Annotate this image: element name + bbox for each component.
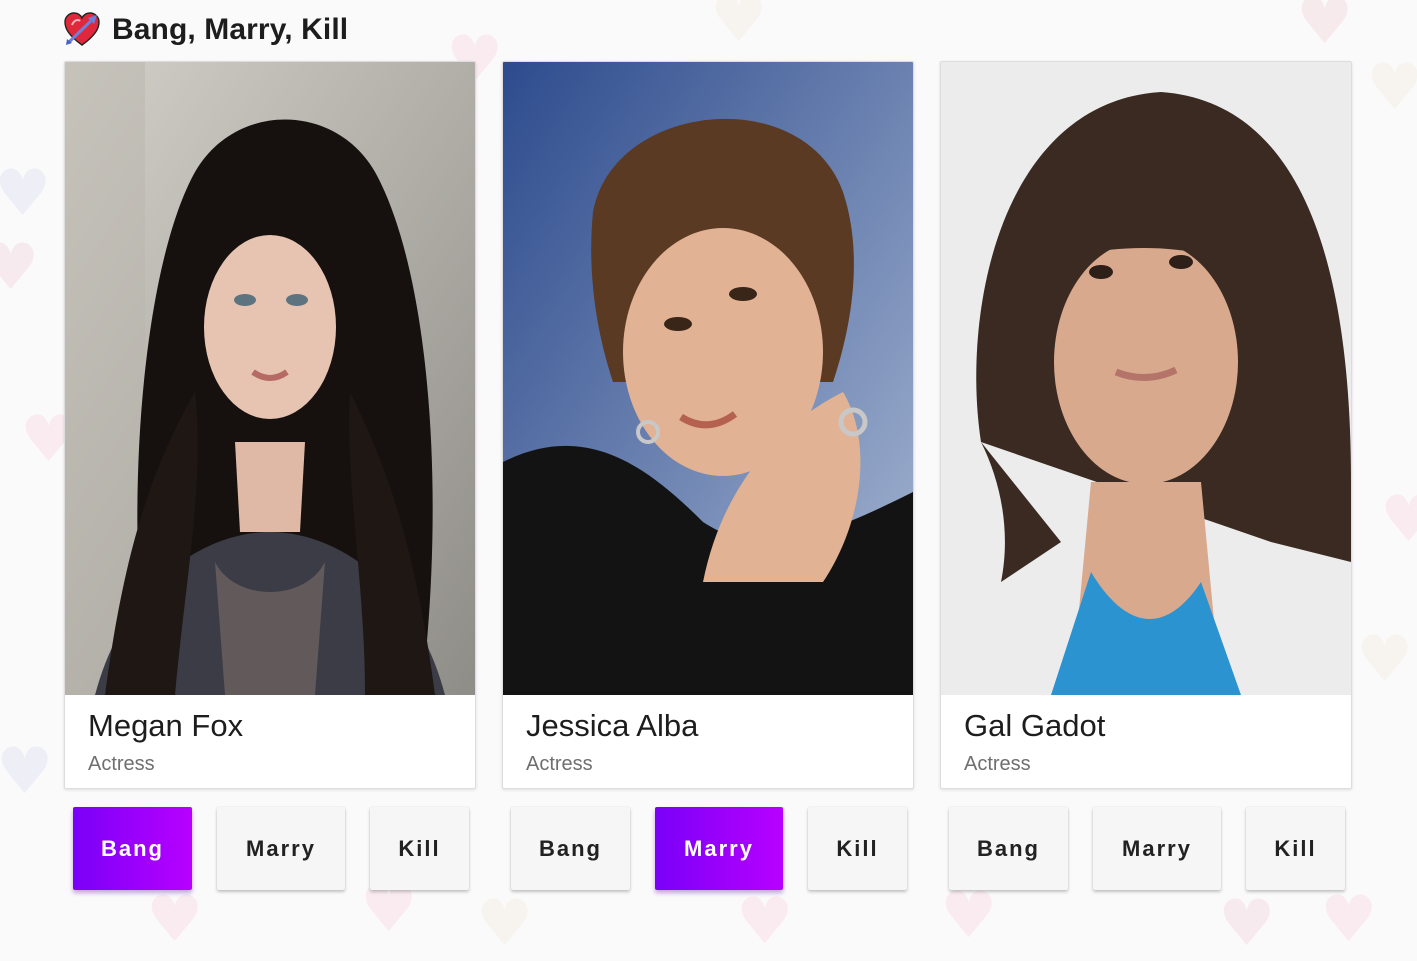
heart-arrow-icon: [64, 12, 100, 46]
bang-button[interactable]: Bang: [949, 807, 1068, 890]
candidate-role: Actress: [526, 753, 593, 775]
heart-decoration-icon: ♥: [1356, 623, 1414, 697]
kill-button[interactable]: Kill: [808, 807, 907, 890]
marry-button[interactable]: Marry: [217, 807, 345, 890]
heart-decoration-icon: ♥: [146, 883, 204, 957]
heart-decoration-icon: ♥: [1296, 0, 1354, 59]
heart-decoration-icon: ♥: [1218, 887, 1276, 961]
candidate-name: Jessica Alba: [526, 708, 699, 743]
candidate-card: Gal Gadot Actress: [940, 61, 1352, 789]
heart-decoration-icon: ♥: [1380, 483, 1417, 557]
candidate-name: Gal Gadot: [964, 708, 1106, 743]
kill-button[interactable]: Kill: [1246, 807, 1345, 890]
heart-decoration-icon: ♥: [0, 157, 52, 231]
heart-decoration-icon: ♥: [0, 231, 40, 305]
candidate-photo: [503, 62, 913, 695]
heart-decoration-icon: ♥: [710, 0, 768, 57]
candidate-role: Actress: [88, 753, 155, 775]
marry-button[interactable]: Marry: [655, 807, 783, 890]
heart-decoration-icon: ♥: [736, 885, 794, 959]
page-title: Bang, Marry, Kill: [112, 13, 349, 46]
candidate-card: Jessica Alba Actress: [502, 61, 914, 789]
heart-decoration-icon: ♥: [940, 879, 998, 953]
heart-decoration-icon: ♥: [1366, 51, 1417, 125]
candidate-photo: [941, 62, 1351, 695]
heart-decoration-icon: ♥: [0, 735, 54, 809]
app-header: Bang, Marry, Kill: [64, 10, 348, 50]
candidate-photo: [65, 62, 475, 695]
marry-button[interactable]: Marry: [1093, 807, 1221, 890]
kill-button[interactable]: Kill: [370, 807, 469, 890]
candidate-card: Megan Fox Actress: [64, 61, 476, 789]
bang-button[interactable]: Bang: [511, 807, 630, 890]
candidate-name: Megan Fox: [88, 708, 244, 743]
bang-button[interactable]: Bang: [73, 807, 192, 890]
heart-decoration-icon: ♥: [476, 887, 534, 961]
heart-decoration-icon: ♥: [1320, 883, 1378, 957]
candidate-role: Actress: [964, 753, 1031, 775]
